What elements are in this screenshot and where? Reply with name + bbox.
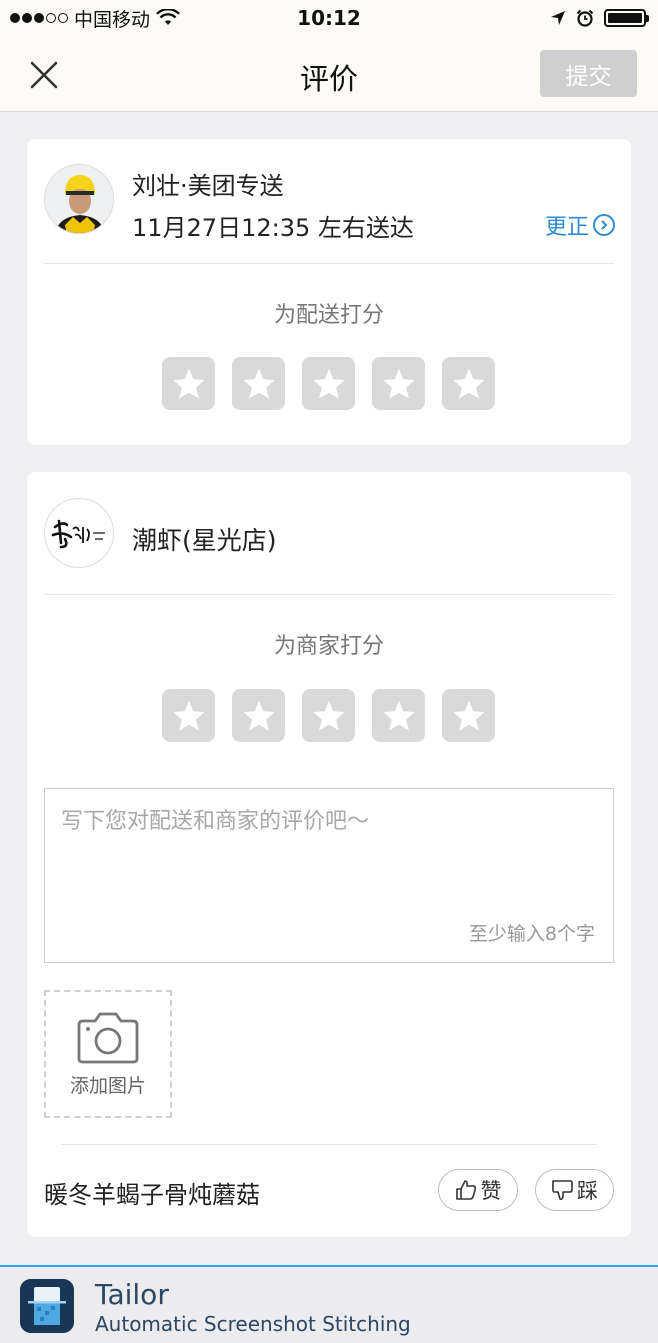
divider (44, 594, 614, 595)
camera-icon (77, 1012, 139, 1063)
star-icon (172, 700, 205, 731)
delivery-rate-label: 为配送打分 (273, 303, 384, 328)
star-icon (242, 368, 275, 399)
location-arrow-icon (551, 11, 565, 25)
add-photo-button[interactable]: 添加图片 (44, 990, 172, 1118)
carrier-label: 中国移动 (74, 8, 151, 31)
wifi-icon (156, 9, 180, 25)
delivery-star-rating (162, 357, 495, 410)
shop-logo (44, 498, 114, 568)
thumbs-down-icon (552, 1180, 573, 1201)
chevron-right-circle-icon (593, 214, 615, 236)
dislike-label: 踩 (577, 1179, 598, 1203)
star-icon (172, 368, 205, 399)
banner-title: Tailor (95, 1278, 169, 1311)
correct-label: 更正 (544, 215, 589, 240)
battery-icon (604, 9, 649, 27)
status-left: 中国移动 (10, 5, 180, 32)
shop-star-rating (162, 689, 495, 742)
thumbs-up-icon (455, 1180, 476, 1200)
delivery-star-5[interactable] (442, 357, 495, 410)
shop-name: 潮虾(星光店) (132, 526, 277, 555)
delivery-time: 11月27日12:35 左右送达 (132, 214, 414, 242)
shop-rate-label: 为商家打分 (273, 634, 384, 659)
alarm-icon (576, 9, 594, 27)
star-icon (452, 700, 485, 731)
delivery-star-4[interactable] (372, 357, 425, 410)
shop-rating-card: 潮虾(星光店) 为商家打分 至少输入8个字 添加图片 暖冬羊蝎子骨炖蘑菇 赞 踩 (27, 472, 631, 1237)
delivery-star-2[interactable] (232, 357, 285, 410)
star-icon (452, 368, 485, 399)
shop-star-3[interactable] (302, 689, 355, 742)
min-length-hint: 至少输入8个字 (468, 923, 595, 945)
banner-subtitle: Automatic Screenshot Stitching (95, 1312, 411, 1336)
delivery-star-3[interactable] (302, 357, 355, 410)
shop-star-5[interactable] (442, 689, 495, 742)
star-icon (382, 368, 415, 399)
shop-star-1[interactable] (162, 689, 215, 742)
tailor-banner: Tailor Automatic Screenshot Stitching (0, 1265, 658, 1343)
tailor-app-icon (20, 1279, 74, 1333)
submit-button[interactable]: 提交 (540, 50, 637, 97)
divider (61, 1144, 597, 1145)
delivery-star-1[interactable] (162, 357, 215, 410)
status-bar: 中国移动 10:12 (0, 0, 658, 36)
dislike-button[interactable]: 踩 (535, 1169, 614, 1211)
courier-rating-card: 刘壮·美团专送 11月27日12:35 左右送达 更正 为配送打分 (27, 139, 631, 445)
dish-name: 暖冬羊蝎子骨炖蘑菇 (44, 1181, 260, 1209)
correct-time-link[interactable]: 更正 (545, 209, 615, 241)
signal-strength-icon (10, 13, 68, 23)
like-label: 赞 (480, 1179, 502, 1203)
star-icon (312, 368, 345, 399)
close-icon[interactable] (24, 58, 64, 92)
courier-avatar (44, 164, 114, 234)
shop-star-4[interactable] (372, 689, 425, 742)
star-icon (242, 700, 275, 731)
review-box: 至少输入8个字 (44, 788, 614, 963)
like-button[interactable]: 赞 (438, 1169, 518, 1211)
nav-bar: 评价 提交 (0, 36, 658, 112)
star-icon (312, 700, 345, 731)
divider (44, 263, 614, 264)
courier-name: 刘壮·美团专送 (132, 172, 284, 200)
star-icon (382, 700, 415, 731)
status-right (550, 9, 649, 27)
shop-star-2[interactable] (232, 689, 285, 742)
add-photo-label: 添加图片 (69, 1074, 146, 1097)
